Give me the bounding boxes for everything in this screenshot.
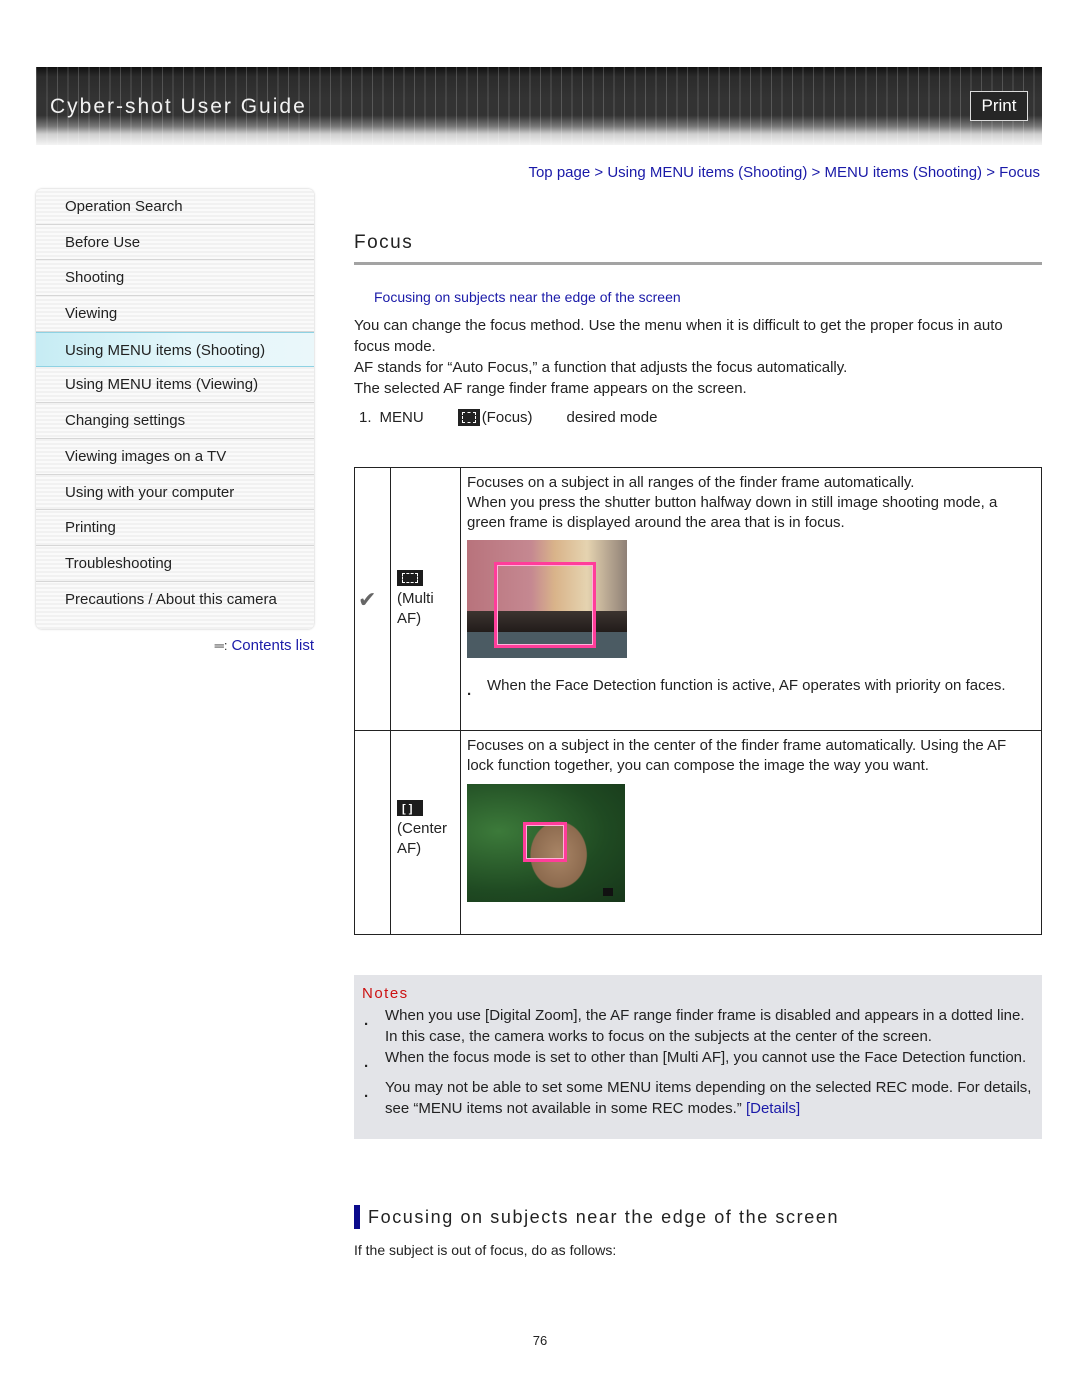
intro-paragraph: AF stands for “Auto Focus,” a function t…: [354, 359, 848, 376]
note-item: · When you use [Digital Zoom], the AF ra…: [364, 1005, 1040, 1047]
bullet-icon: ·: [364, 1058, 369, 1075]
sidebar-item-menu-shooting[interactable]: Using MENU items (Shooting): [36, 331, 314, 368]
mode-cell: (Multi AF): [390, 467, 461, 731]
anchor-link-edge-focus[interactable]: Focusing on subjects near the edge of th…: [374, 289, 681, 305]
list-icon: ═:: [214, 638, 228, 653]
print-button[interactable]: Print: [970, 91, 1028, 121]
intro-text: You can change the focus method. Use the…: [354, 315, 1040, 399]
breadcrumb-menu-shooting[interactable]: Using MENU items (Shooting): [607, 164, 807, 181]
note-text: You may not be able to set some MENU ite…: [385, 1079, 1032, 1117]
mode-description: Focuses on a subject in the center of th…: [467, 737, 1007, 774]
sidebar-item-printing[interactable]: Printing: [36, 510, 314, 546]
section-heading-text: Focusing on subjects near the edge of th…: [368, 1206, 840, 1227]
sidebar-item-menu-viewing[interactable]: Using MENU items (Viewing): [36, 367, 314, 404]
page-number: 76: [532, 1333, 548, 1348]
mode-description: Focuses on a subject in all ranges of th…: [467, 474, 915, 491]
guide-title: Cyber-shot User Guide: [50, 95, 307, 118]
sidebar-item-changing-settings[interactable]: Changing settings: [36, 403, 314, 439]
details-link[interactable]: [Details]: [746, 1100, 800, 1117]
breadcrumb-top-page[interactable]: Top page: [528, 164, 590, 181]
default-cell: [354, 730, 391, 935]
section-body: If the subject is out of focus, do as fo…: [354, 1242, 617, 1258]
center-af-icon: [397, 799, 423, 819]
bullet-icon: ·: [467, 686, 472, 703]
checkmark-icon: ✔: [358, 587, 377, 612]
note-item: · When the focus mode is set to other th…: [364, 1047, 1040, 1077]
sidebar-item-before-use[interactable]: Before Use: [36, 225, 314, 261]
step-focus-label: (Focus): [481, 409, 533, 426]
table-row: (Center AF) Focuses on a subject in the …: [354, 730, 1042, 935]
focus-mode-table: ✔ (Multi AF) Focuses on a subject in all…: [354, 467, 1042, 935]
breadcrumb-separator: >: [807, 164, 825, 181]
bullet-icon: ·: [364, 1016, 369, 1033]
section-heading: Focusing on subjects near the edge of th…: [354, 1205, 839, 1229]
sidebar-item-computer[interactable]: Using with your computer: [36, 475, 314, 511]
page-title: Focus: [354, 232, 414, 253]
notes-list: · When you use [Digital Zoom], the AF ra…: [364, 1005, 1040, 1119]
breadcrumb-separator: >: [982, 164, 1000, 181]
mode-label: AF): [397, 840, 422, 857]
center-af-badge-icon: [603, 888, 613, 896]
mode-label: AF): [397, 610, 422, 627]
sidebar-item-viewing[interactable]: Viewing: [36, 296, 314, 332]
sidebar-item-operation-search[interactable]: Operation Search: [36, 189, 314, 225]
intro-paragraph: The selected AF range finder frame appea…: [354, 380, 747, 397]
center-af-example-image: [467, 784, 625, 902]
header-banner: Cyber-shot User Guide Print: [36, 67, 1042, 145]
mode-description: When you press the shutter button halfwa…: [467, 494, 998, 531]
sidebar-item-shooting[interactable]: Shooting: [36, 260, 314, 297]
sidebar-item-troubleshooting[interactable]: Troubleshooting: [36, 546, 314, 582]
intro-paragraph: You can change the focus method. Use the…: [354, 317, 1003, 355]
af-frame: [494, 562, 596, 648]
step-number: 1.: [359, 409, 372, 426]
mode-label: (Center: [397, 820, 448, 837]
breadcrumb-separator: >: [590, 164, 608, 181]
step-desired-mode: desired mode: [566, 409, 658, 426]
sidebar-item-precautions[interactable]: Precautions / About this camera: [36, 582, 314, 618]
notes-title: Notes: [362, 985, 409, 1002]
description-cell: Focuses on a subject in the center of th…: [460, 730, 1042, 935]
note-text: When you use [Digital Zoom], the AF rang…: [385, 1007, 1025, 1045]
af-frame: [523, 822, 567, 862]
note-text: When the focus mode is set to other than…: [385, 1049, 1027, 1066]
step-1: 1. MENU (Focus) desired mode: [359, 409, 657, 426]
breadcrumb: Top page > Using MENU items (Shooting) >…: [528, 164, 1040, 181]
mode-note: · When the Face Detection function is ac…: [467, 676, 1035, 705]
notes-box: Notes · When you use [Digital Zoom], the…: [354, 975, 1042, 1139]
default-cell: ✔: [354, 467, 391, 731]
breadcrumb-menu-items-shooting[interactable]: MENU items (Shooting): [824, 164, 982, 181]
mode-note-text: When the Face Detection function is acti…: [487, 677, 1006, 694]
sidebar-nav: Operation Search Before Use Shooting Vie…: [36, 189, 314, 629]
section-bar: [354, 1205, 360, 1229]
bullet-icon: ·: [364, 1088, 369, 1105]
title-divider: [354, 262, 1042, 265]
mode-label: (Multi: [397, 590, 434, 607]
step-menu: MENU: [379, 409, 424, 426]
breadcrumb-focus[interactable]: Focus: [999, 164, 1040, 181]
multi-af-icon: [397, 570, 423, 586]
note-item: · You may not be able to set some MENU i…: [364, 1077, 1040, 1119]
sidebar-item-viewing-tv[interactable]: Viewing images on a TV: [36, 439, 314, 475]
table-row: ✔ (Multi AF) Focuses on a subject in all…: [354, 467, 1042, 731]
description-cell: Focuses on a subject in all ranges of th…: [460, 467, 1042, 731]
multi-af-example-image: [467, 540, 627, 658]
focus-icon: [457, 409, 480, 426]
contents-list-label: Contents list: [231, 637, 314, 654]
contents-list-link[interactable]: ═: Contents list: [200, 637, 314, 654]
mode-cell: (Center AF): [390, 730, 461, 935]
